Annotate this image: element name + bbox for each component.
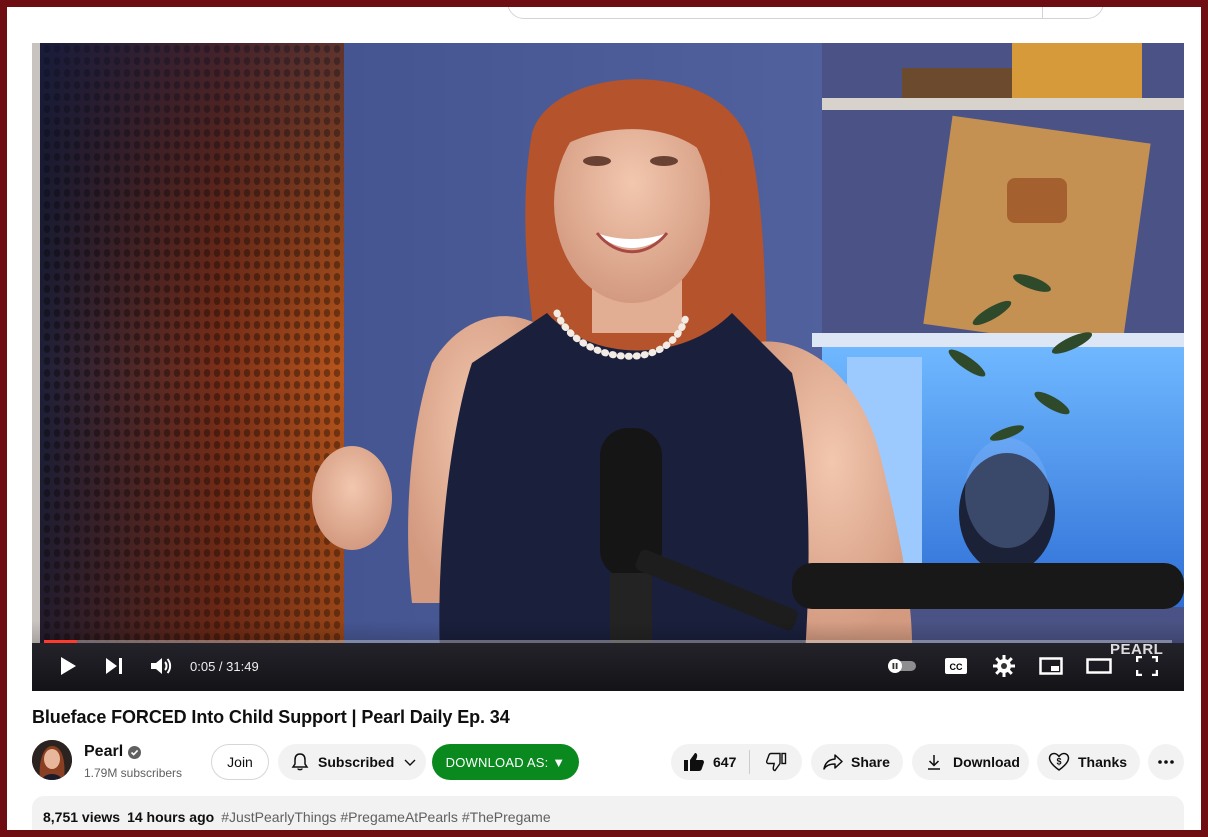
more-actions-button[interactable] [1148,744,1184,780]
bell-icon [291,753,309,771]
hashtag-link[interactable]: #PregameAtPearls [340,809,458,825]
autoplay-icon [888,659,916,673]
thanks-button[interactable]: $ Thanks [1037,744,1140,780]
fullscreen-icon [1136,656,1158,676]
miniplayer-button[interactable] [1038,653,1064,679]
svg-text:$: $ [1056,757,1061,767]
theater-mode-button[interactable] [1085,653,1113,679]
download-button[interactable]: Download [912,744,1029,780]
video-player[interactable]: 0:05 / 31:49 CC PEARL [32,43,1184,691]
play-button[interactable] [56,653,80,679]
gear-icon [993,655,1015,677]
next-button[interactable] [102,653,126,679]
thanks-heart-icon: $ [1048,752,1070,771]
video-frame [32,43,1184,691]
progress-bar[interactable] [44,640,1172,643]
miniplayer-icon [1039,657,1063,675]
mute-button[interactable] [148,653,174,679]
subscribed-label: Subscribed [318,754,395,770]
time-display: 0:05 / 31:49 [190,659,259,674]
thanks-label: Thanks [1078,754,1128,770]
share-button[interactable]: Share [811,744,903,780]
thumbs-down-icon [765,752,787,772]
settings-button[interactable] [992,653,1016,679]
like-count: 647 [713,754,737,770]
channel-watermark[interactable]: PEARL [1110,641,1163,658]
time-separator: / [215,659,227,674]
theater-icon [1086,658,1112,674]
hashtag-link[interactable]: #JustPearlyThings [221,809,336,825]
volume-icon [151,658,172,674]
video-title: Blueface FORCED Into Child Support | Pea… [32,707,510,727]
channel-name[interactable]: Pearl [84,743,123,761]
upload-age: 14 hours ago [127,809,215,825]
verified-icon [128,745,142,759]
search-bar[interactable] [507,7,1104,19]
svg-text:CC: CC [950,662,963,672]
share-icon [823,754,843,770]
subscriber-count: 1.79M subscribers [84,766,183,780]
channel-avatar[interactable] [32,740,72,780]
description-meta: 8,751 views 14 hours ago #JustPearlyThin… [43,809,551,825]
autoplay-toggle[interactable] [886,653,918,679]
subscribed-button[interactable]: Subscribed [278,744,426,780]
hashtags: #JustPearlyThings #PregameAtPearls #TheP… [221,809,550,825]
like-button[interactable]: 647 [671,744,749,780]
description-box[interactable]: 8,751 views 14 hours ago #JustPearlyThin… [32,796,1184,830]
download-as-button[interactable]: DOWNLOAD AS: ▼ [432,744,579,780]
progress-played [44,640,77,643]
next-icon [106,658,122,674]
join-button[interactable]: Join [211,744,269,780]
captions-icon: CC [945,658,967,674]
play-icon [61,657,76,675]
download-icon [928,755,940,770]
chevron-down-icon [404,759,416,766]
download-label: Download [953,754,1020,770]
duration: 31:49 [226,659,259,674]
avatar-image [32,740,72,780]
view-count: 8,751 views [43,809,121,825]
search-divider [1042,7,1043,18]
captions-button[interactable]: CC [943,653,969,679]
like-dislike-bar: 647 [671,744,802,780]
more-horizontal-icon [1158,760,1174,764]
dislike-button[interactable] [750,744,802,780]
thumbs-up-icon [684,753,704,771]
youtube-watch-page: 0:05 / 31:49 CC PEARL Blueface FORCED In… [7,7,1201,830]
share-label: Share [851,754,890,770]
hashtag-link[interactable]: #ThePregame [462,809,551,825]
current-time: 0:05 [190,659,216,674]
channel-name-row[interactable]: Pearl [84,743,142,761]
